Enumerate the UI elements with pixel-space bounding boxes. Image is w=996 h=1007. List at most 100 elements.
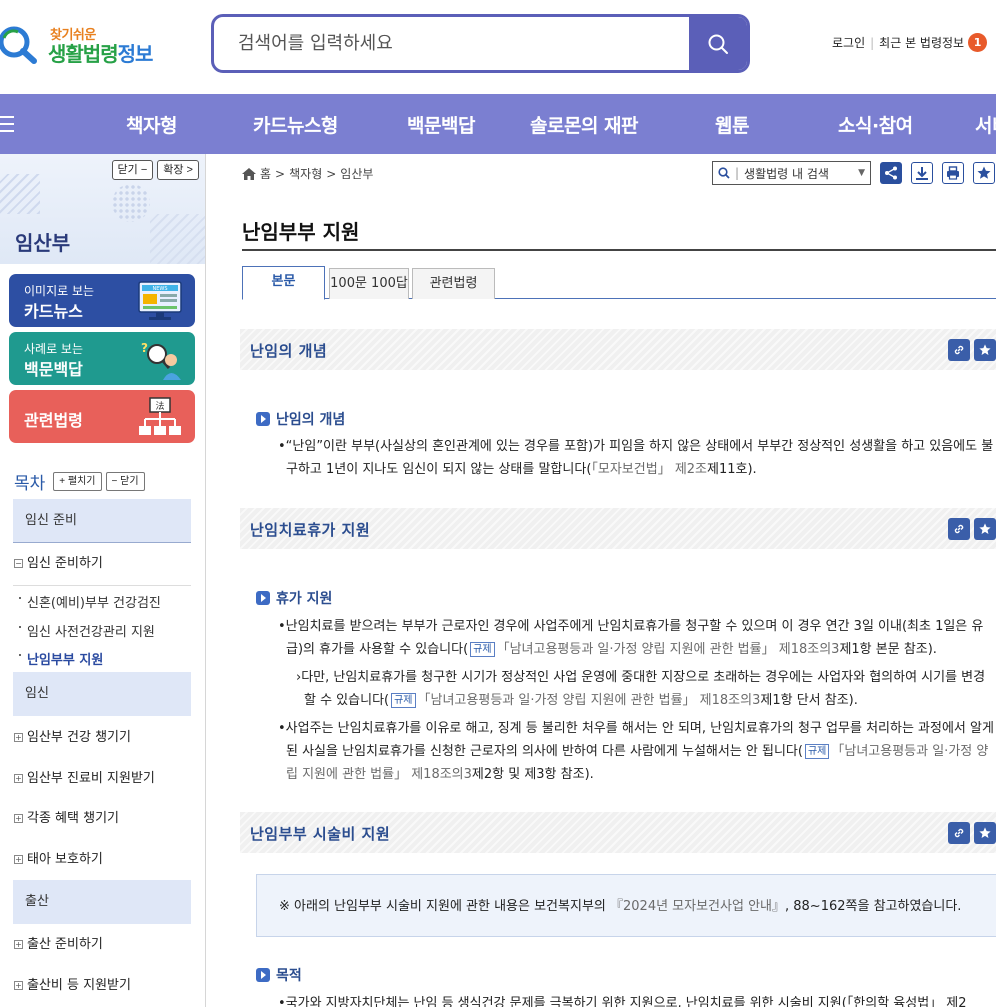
law-label: 法 [155, 400, 164, 412]
play-bullet-icon [256, 968, 270, 982]
toc-item-label: 출산 준비하기 [27, 937, 103, 952]
paragraph-note: ›다만, 난임치료휴가를 청구한 시기가 정상적인 사업 운영에 중대한 지장으… [294, 666, 996, 712]
paragraph: •난임치료를 받으려는 부부가 근로자인 경우에 사업주에게 난임치료휴가를 청… [276, 615, 996, 661]
toc-item-birth-prep[interactable]: + 출산 준비하기 [14, 933, 103, 952]
subheading-concept: 난임의 개념 [256, 409, 345, 429]
search-button[interactable] [689, 17, 747, 70]
subheading-label: 휴가 지원 [276, 591, 333, 607]
print-icon [947, 166, 959, 180]
breadcrumb-current[interactable]: 임산부 [340, 165, 373, 182]
toc-sub-preconception[interactable]: 임신 사전건강관리 지원 [19, 621, 155, 640]
nav-solomon[interactable]: 솔로몬의 재판 [530, 111, 639, 138]
toc-item-benefits[interactable]: + 각종 혜택 챙기기 [14, 807, 119, 826]
breadcrumb-separator: > [326, 166, 337, 181]
share-button[interactable] [880, 162, 902, 184]
download-button[interactable] [911, 162, 933, 184]
link-icon [954, 524, 964, 534]
sidebar-buttons: 닫기 − 확장 > [111, 160, 199, 180]
banner-cardnews-title: 카드뉴스 [24, 302, 83, 321]
banner-qa-sub: 사례로 보는 [24, 342, 84, 356]
tab-related-law[interactable]: 관련법령 [412, 268, 495, 299]
subheading-purpose: 목적 [256, 965, 302, 985]
bookmark-button[interactable] [973, 162, 995, 184]
print-button[interactable] [942, 162, 964, 184]
recent-law-link[interactable]: 최근 본 법령정보 [879, 34, 964, 51]
nav-news[interactable]: 소식·참여 [838, 111, 913, 138]
paragraph-text: 제2항 및 제3항 참조). [471, 767, 594, 782]
toc-sub-infertility[interactable]: 난임부부 지원 [19, 649, 103, 668]
link-button[interactable] [948, 339, 970, 361]
section-actions [948, 518, 996, 540]
favorite-button[interactable] [974, 822, 996, 844]
home-icon[interactable] [242, 167, 256, 180]
nav-qa[interactable]: 백문백답 [407, 111, 475, 138]
svg-text:?: ? [141, 341, 148, 355]
expand-icon: + [14, 855, 23, 864]
regulation-tag: 규제 [470, 642, 495, 657]
nav-webtoon[interactable]: 웹툰 [715, 111, 749, 138]
search-input[interactable] [238, 17, 678, 70]
search-icon [718, 167, 730, 179]
toc-section-birth[interactable]: 출산 [13, 880, 191, 924]
left-sidebar: 닫기 − 확장 > 임산부 이미지로 보는 카드뉴스 NEWS 사례로 보는 백… [0, 154, 206, 1007]
banner-qa[interactable]: 사례로 보는 백문백답 ? [9, 332, 195, 385]
nav-service[interactable]: 서비 [975, 111, 996, 138]
nav-booklet[interactable]: 책자형 [126, 111, 177, 138]
toc-item-birth-support[interactable]: + 출산비 등 지원받기 [14, 974, 131, 993]
section-header-leave: 난임치료휴가 지원 [240, 508, 996, 549]
share-icon [885, 166, 897, 180]
banner-cardnews[interactable]: 이미지로 보는 카드뉴스 NEWS [9, 274, 195, 327]
download-icon [916, 167, 928, 180]
banner-cardnews-sub: 이미지로 보는 [24, 284, 95, 298]
toc-item-prep[interactable]: − 임신 준비하기 [14, 552, 103, 571]
news-label: NEWS [152, 286, 167, 292]
star-icon [977, 166, 991, 179]
paragraph-text: 제1항 본문 참조). [839, 642, 937, 657]
tab-100qa[interactable]: 100문 100답 [329, 268, 409, 299]
hamburger-menu-icon[interactable] [0, 112, 18, 136]
banner-related-law[interactable]: 관련법령 法 [9, 390, 195, 443]
inner-search-select[interactable]: | 생활법령 내 검색 ▼ [712, 161, 871, 185]
link-button[interactable] [948, 518, 970, 540]
expand-icon: + [14, 774, 23, 783]
toc-item-health[interactable]: + 임산부 건강 챙기기 [14, 726, 131, 745]
page-title: 난임부부 지원 [242, 220, 360, 244]
link-button[interactable] [948, 822, 970, 844]
toc-item-medical[interactable]: + 임산부 진료비 지원받기 [14, 767, 155, 786]
toc-item-label: 임산부 건강 챙기기 [27, 730, 131, 745]
law-reference-link[interactable]: 「남녀고용평등과 일·가정 양립 지원에 관한 법률」 제18조의3 [497, 642, 840, 657]
favorite-button[interactable] [974, 518, 996, 540]
toc-expand-button[interactable]: + 펼치기 [53, 472, 102, 491]
sidebar-expand-button[interactable]: 확장 > [157, 160, 199, 180]
tab-main[interactable]: 본문 [242, 266, 325, 300]
favorite-button[interactable] [974, 339, 996, 361]
notice-text: , 88~162쪽을 참고하였습니다. [785, 899, 962, 914]
law-reference-link[interactable]: 「남녀고용평등과 일·가정 양립 지원에 관한 법률」 제18조의3 [418, 693, 761, 708]
decor-dots [112, 184, 150, 222]
toc-section-prep[interactable]: 임신 준비 [13, 499, 191, 543]
breadcrumb-booklet[interactable]: 책자형 [289, 165, 322, 182]
nav-cardnews[interactable]: 카드뉴스형 [253, 111, 338, 138]
site-logo[interactable]: 찾기쉬운 생활법령정보 [0, 20, 160, 70]
toc-sub-checkup[interactable]: 신혼(예비)부부 건강검진 [19, 592, 161, 611]
toc-item-label: 태아 보호하기 [27, 852, 103, 867]
law-reference-link[interactable]: 「모자보건법」 제2조 [591, 462, 707, 477]
toc-item-label: 각종 혜택 챙기기 [27, 811, 119, 826]
paragraph: •사업주는 난임치료휴가를 이유로 해고, 징계 등 불리한 처우를 해서는 안… [276, 717, 996, 786]
toc-section-pregnancy[interactable]: 임신 [13, 672, 191, 716]
toc-title: 목차 [14, 474, 46, 494]
regulation-tag: 규제 [391, 693, 416, 708]
section-title: 난임치료휴가 지원 [250, 521, 371, 539]
sidebar-close-button[interactable]: 닫기 − [111, 160, 154, 180]
breadcrumb: 홈 > 책자형 > 임산부 [242, 165, 373, 182]
sidebar-title: 임산부 [15, 231, 71, 255]
banner-law-title: 관련법령 [24, 411, 83, 430]
login-link[interactable]: 로그인 [832, 34, 865, 51]
breadcrumb-home[interactable]: 홈 [260, 165, 271, 182]
toc-divider [13, 585, 191, 586]
search-icon [708, 34, 728, 54]
toc-item-fetus[interactable]: + 태아 보호하기 [14, 848, 103, 867]
toc-collapse-button[interactable]: − 닫기 [105, 472, 145, 491]
main-navigation: 책자형 카드뉴스형 백문백답 솔로몬의 재판 웹툰 소식·참여 서비 [0, 94, 996, 154]
subheading-label: 난임의 개념 [276, 412, 346, 428]
